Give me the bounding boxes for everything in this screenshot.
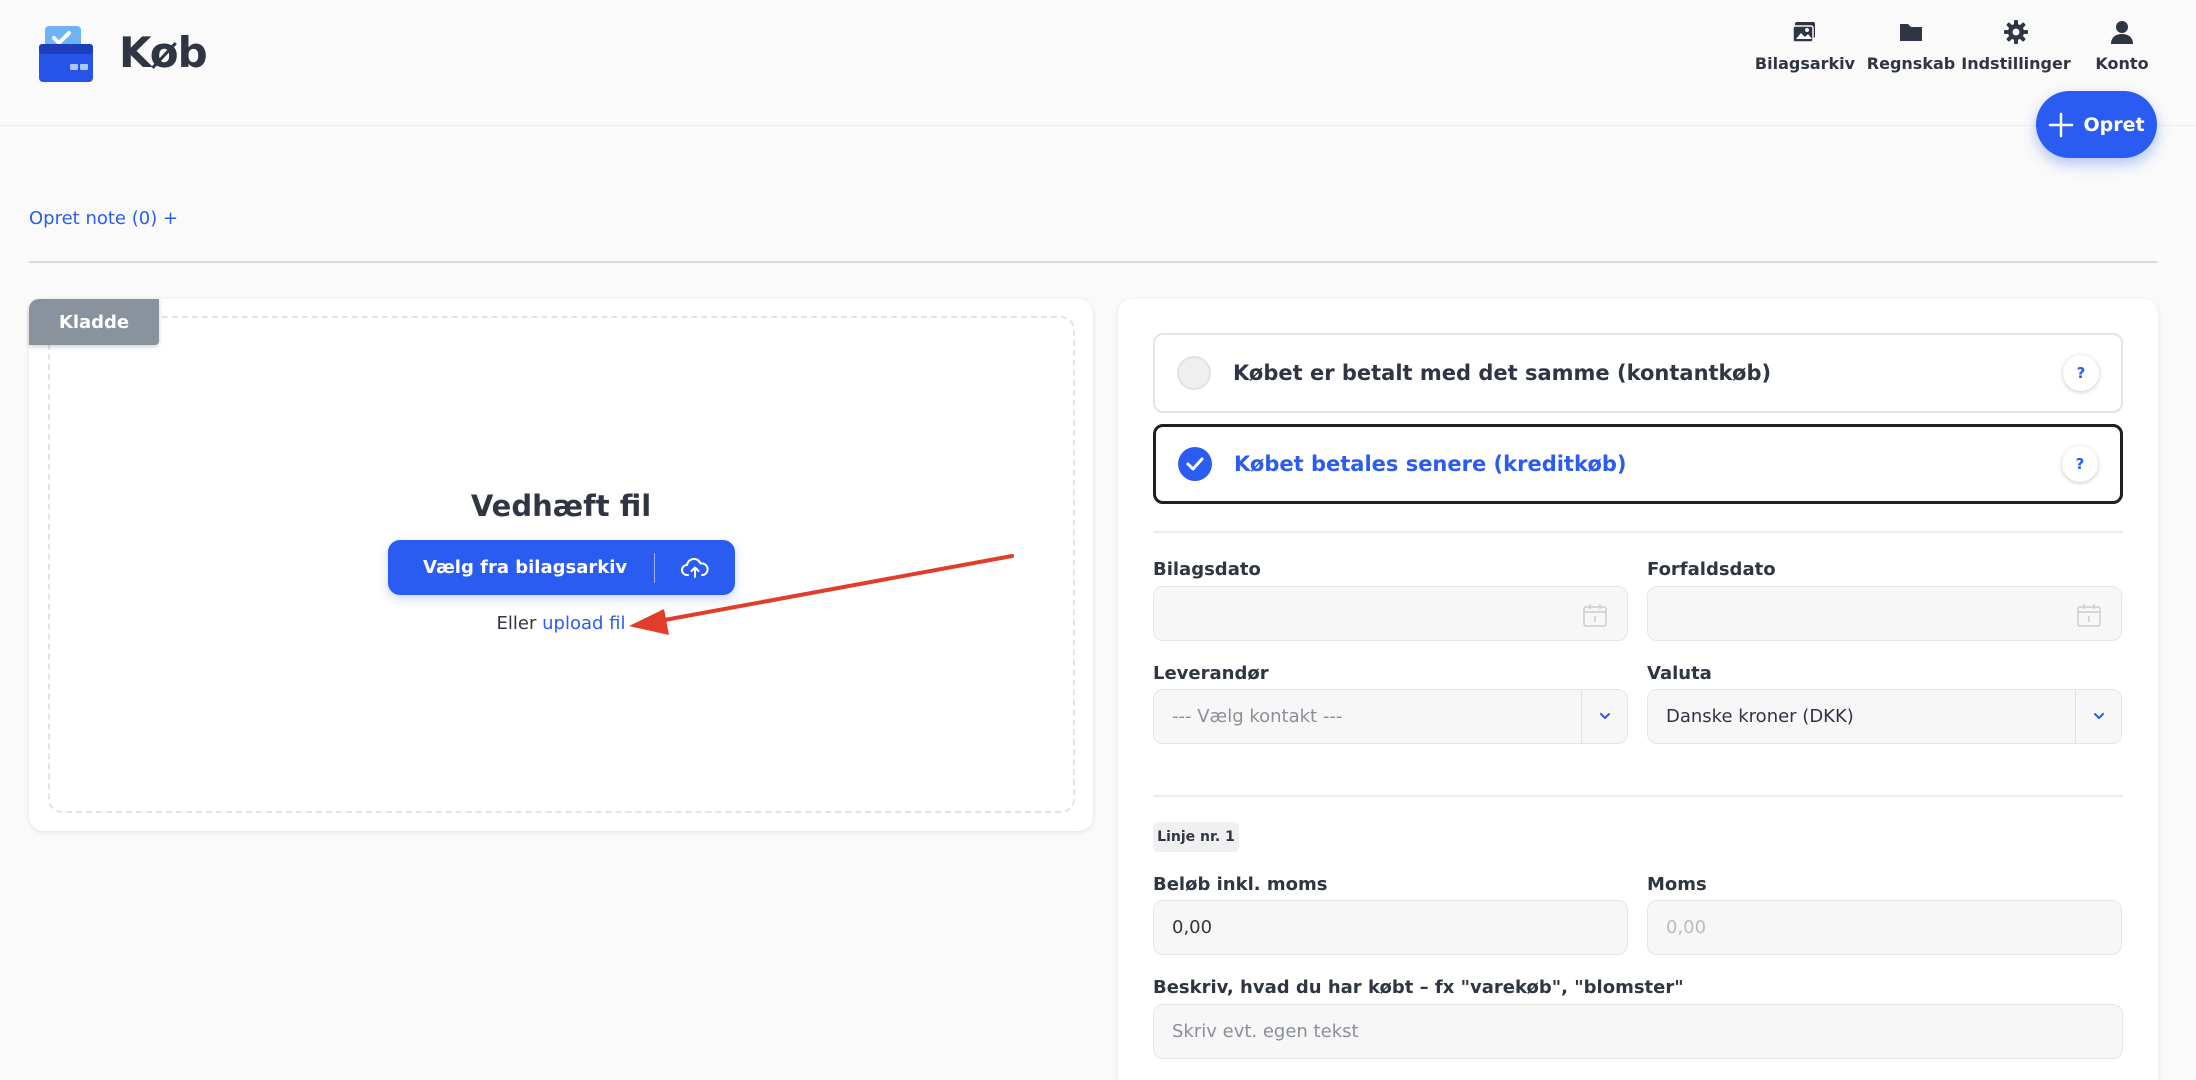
calendar-icon[interactable] bbox=[1581, 601, 1609, 629]
app-logo-icon bbox=[39, 26, 93, 82]
checkmark-icon bbox=[1186, 457, 1204, 471]
belob-label: Beløb inkl. moms bbox=[1153, 874, 1328, 895]
chevron-down-icon[interactable] bbox=[2090, 707, 2108, 725]
bilagsdato-label: Bilagsdato bbox=[1153, 559, 1261, 580]
upload-file-link[interactable]: upload fil bbox=[542, 613, 625, 634]
draft-badge: Kladde bbox=[29, 299, 159, 345]
option-cash-purchase[interactable]: Købet er betalt med det samme (kontantkø… bbox=[1153, 333, 2123, 413]
chevron-down-icon[interactable] bbox=[1596, 707, 1614, 725]
folder-icon bbox=[1900, 24, 1922, 41]
line-number-badge: Linje nr. 1 bbox=[1153, 822, 1239, 852]
bilagsdato-input[interactable] bbox=[1153, 586, 1628, 641]
page-title: Køb bbox=[119, 28, 208, 77]
option-label: Købet er betalt med det samme (kontantkø… bbox=[1233, 361, 1772, 385]
attachment-card: Kladde Vedhæft fil Vælg fra bilagsarkiv … bbox=[29, 299, 1093, 831]
moms-label: Moms bbox=[1647, 874, 1707, 895]
leverandor-select[interactable]: --- Vælg kontakt --- bbox=[1153, 689, 1628, 744]
moms-value: 0,00 bbox=[1666, 917, 1707, 938]
select-separator bbox=[1581, 690, 1582, 743]
choose-from-archive-label: Vælg fra bilagsarkiv bbox=[423, 557, 628, 578]
divider bbox=[1153, 531, 2123, 533]
cloud-upload-button[interactable] bbox=[655, 556, 735, 580]
beskriv-placeholder: Skriv evt. egen tekst bbox=[1172, 1021, 1359, 1042]
beskriv-label: Beskriv, hvad du har købt – fx "varekøb"… bbox=[1153, 977, 1684, 998]
photo-archive-icon bbox=[1792, 22, 1815, 43]
radio-unchecked[interactable] bbox=[1177, 356, 1211, 390]
nav-label: Bilagsarkiv bbox=[1754, 54, 1856, 73]
leverandor-label: Leverandør bbox=[1153, 663, 1269, 684]
gear-icon bbox=[2004, 20, 2028, 44]
upload-prefix: Eller bbox=[496, 613, 537, 634]
moms-input[interactable]: 0,00 bbox=[1647, 900, 2122, 955]
valuta-label: Valuta bbox=[1647, 663, 1712, 684]
nav-label: Indstillinger bbox=[1961, 54, 2071, 73]
cloud-upload-icon bbox=[681, 557, 709, 578]
leverandor-placeholder: --- Vælg kontakt --- bbox=[1172, 706, 1343, 727]
help-button[interactable]: ? bbox=[2062, 446, 2098, 482]
divider bbox=[29, 261, 2157, 263]
user-icon bbox=[2111, 21, 2133, 44]
create-note-link[interactable]: Opret note (0) + bbox=[29, 208, 178, 229]
select-separator bbox=[2075, 690, 2076, 743]
beskriv-input[interactable]: Skriv evt. egen tekst bbox=[1153, 1004, 2123, 1059]
option-credit-purchase[interactable]: Købet betales senere (kreditkøb) ? bbox=[1153, 424, 2123, 504]
purchase-form-card: Købet er betalt med det samme (kontantkø… bbox=[1118, 299, 2158, 1080]
belob-input[interactable]: 0,00 bbox=[1153, 900, 1628, 955]
forfaldsdato-input[interactable] bbox=[1647, 586, 2122, 641]
upload-line: Eller upload fil bbox=[29, 613, 1093, 634]
nav-label: Regnskab bbox=[1866, 54, 1956, 73]
valuta-value: Danske kroner (DKK) bbox=[1666, 706, 1854, 727]
create-button[interactable]: Opret bbox=[2036, 91, 2157, 158]
create-button-label: Opret bbox=[2083, 113, 2145, 136]
choose-from-archive-button[interactable]: Vælg fra bilagsarkiv bbox=[388, 540, 735, 595]
radio-checked[interactable] bbox=[1178, 447, 1212, 481]
calendar-icon[interactable] bbox=[2075, 601, 2103, 629]
divider bbox=[1153, 795, 2123, 797]
valuta-select[interactable]: Danske kroner (DKK) bbox=[1647, 689, 2122, 744]
plus-icon bbox=[2049, 112, 2074, 137]
option-label: Købet betales senere (kreditkøb) bbox=[1234, 452, 1627, 476]
nav-label: Konto bbox=[2095, 54, 2149, 73]
attach-file-title: Vedhæft fil bbox=[470, 489, 652, 523]
forfaldsdato-label: Forfaldsdato bbox=[1647, 559, 1776, 580]
top-header: Køb Bilagsarkiv Regnskab Indstillinger K… bbox=[0, 0, 2196, 126]
help-button[interactable]: ? bbox=[2063, 355, 2099, 391]
nav-konto[interactable]: Konto bbox=[2057, 18, 2187, 73]
belob-value: 0,00 bbox=[1172, 917, 1213, 938]
